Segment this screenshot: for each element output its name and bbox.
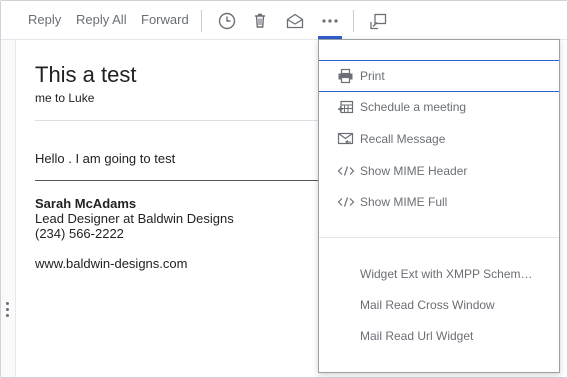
menu-item-show-mime-full[interactable]: Show MIME Full — [319, 187, 559, 217]
clock-icon[interactable] — [216, 10, 238, 32]
pane-splitter[interactable] — [1, 40, 16, 377]
signature-title: Lead Designer at Baldwin Designs — [35, 211, 234, 226]
menu-item-schedule-meeting[interactable]: Schedule a meeting — [319, 92, 559, 122]
signature-name: Sarah McAdams — [35, 196, 137, 211]
signature-divider — [35, 180, 321, 181]
toolbar-divider — [201, 10, 202, 32]
menu-item-mail-read-cross-window[interactable]: Mail Read Cross Window — [319, 290, 559, 320]
menu-item-label: Mail Read Cross Window — [360, 298, 495, 312]
menu-divider — [319, 237, 559, 238]
message-from-to: me to Luke — [35, 91, 95, 105]
signature: Sarah McAdams Lead Designer at Baldwin D… — [35, 196, 234, 241]
menu-item-label: Schedule a meeting — [360, 100, 467, 114]
mail-read-window: Reply Reply All Forward This a test me t… — [0, 0, 568, 378]
more-actions-menu: Print Schedule a meeting Recall Message … — [318, 39, 560, 373]
menu-item-print[interactable]: Print — [319, 60, 559, 92]
menu-item-recall-message[interactable]: Recall Message — [319, 124, 559, 154]
header-divider — [35, 120, 321, 121]
printer-icon — [337, 68, 355, 84]
menu-item-show-mime-header[interactable]: Show MIME Header — [319, 156, 559, 186]
menu-item-label: Show MIME Header — [360, 164, 468, 178]
menu-item-mail-read-url-widget[interactable]: Mail Read Url Widget — [319, 321, 559, 351]
open-envelope-icon[interactable] — [284, 10, 306, 32]
calendar-icon — [337, 99, 355, 115]
menu-item-label: Recall Message — [360, 132, 446, 146]
menu-item-label: Print — [360, 69, 385, 83]
signature-phone: (234) 566-2222 — [35, 226, 124, 241]
signature-website[interactable]: www.baldwin-designs.com — [35, 256, 187, 271]
toolbar-divider — [353, 10, 354, 32]
menu-item-label: Mail Read Url Widget — [360, 329, 474, 343]
menu-item-label: Widget Ext with XMPP Schem… — [360, 267, 533, 281]
reply-button[interactable]: Reply — [28, 12, 61, 27]
message-body: Hello . I am going to test — [35, 151, 176, 166]
recall-icon — [337, 131, 355, 147]
popout-icon[interactable] — [367, 10, 389, 32]
toolbar: Reply Reply All Forward — [1, 1, 567, 40]
menu-item-label: Show MIME Full — [360, 195, 448, 209]
message-subject: This a test — [35, 62, 137, 87]
forward-button[interactable]: Forward — [141, 12, 189, 27]
trash-icon[interactable] — [249, 10, 271, 32]
code-icon — [337, 163, 355, 179]
more-icon[interactable] — [319, 10, 341, 32]
drag-handle-icon[interactable] — [6, 302, 10, 320]
menu-item-widget-ext-xmpp[interactable]: Widget Ext with XMPP Schem… — [319, 259, 559, 289]
code-icon — [337, 194, 355, 210]
reply-all-button[interactable]: Reply All — [76, 12, 127, 27]
